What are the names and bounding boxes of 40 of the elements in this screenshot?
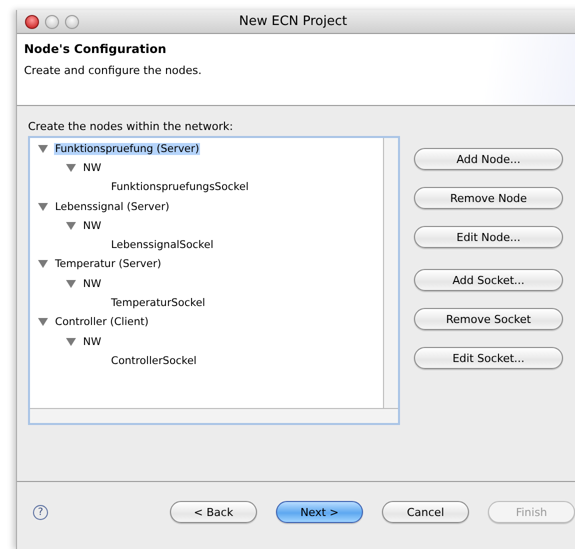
disclosure-triangle-icon[interactable]: [38, 259, 48, 270]
tree-item[interactable]: TemperaturSockel: [110, 297, 206, 310]
page-title: Node's Configuration: [24, 42, 168, 56]
action-button[interactable]: Remove Node: [414, 187, 563, 209]
tree-item[interactable]: Temperatur (Server): [54, 258, 162, 270]
tree-item[interactable]: Lebenssignal (Server): [54, 200, 170, 213]
tree-item[interactable]: FunktionspruefungsSockel: [110, 181, 250, 194]
window-title: New ECN Project: [239, 14, 348, 29]
disclosure-triangle-icon[interactable]: [38, 317, 48, 328]
action-button[interactable]: Add Socket...: [414, 269, 563, 291]
dialog-button[interactable]: Next >: [276, 501, 363, 523]
help-icon[interactable]: ?: [33, 504, 48, 520]
tree-item[interactable]: NW: [82, 278, 102, 290]
tree-label: Create the nodes within the network:: [28, 120, 234, 133]
close-icon[interactable]: [25, 14, 39, 28]
tree-item[interactable]: NW: [82, 220, 102, 232]
tree-item[interactable]: ControllerSockel: [110, 354, 198, 367]
horizontal-scrollbar[interactable]: [30, 408, 398, 423]
page-description: Create and configure the nodes.: [24, 64, 203, 77]
action-button[interactable]: Remove Socket: [414, 308, 563, 330]
tree-item[interactable]: LebenssignalSockel: [110, 239, 214, 252]
disclosure-triangle-icon[interactable]: [66, 162, 76, 173]
tree-item[interactable]: Funktionspruefung (Server): [54, 142, 200, 155]
tree-item[interactable]: NW: [82, 336, 102, 348]
dialog-button[interactable]: < Back: [170, 501, 257, 523]
node-tree[interactable]: Funktionspruefung (Server) NW FunktionspruefungsSockel Lebenssignal (Server) NW LebenssignalSockel Temperatur (Server) NW TemperaturSockel Controller (Client) NW ControllerSockel: [28, 136, 400, 425]
minimize-icon[interactable]: [45, 14, 59, 28]
vertical-scrollbar[interactable]: [383, 138, 398, 408]
disclosure-triangle-icon[interactable]: [66, 336, 76, 347]
action-button[interactable]: Edit Socket...: [414, 347, 563, 369]
disclosure-triangle-icon[interactable]: [38, 144, 48, 154]
action-button[interactable]: Edit Node...: [414, 226, 563, 248]
zoom-icon[interactable]: [65, 14, 79, 28]
dialog-button[interactable]: Cancel: [382, 501, 469, 523]
disclosure-triangle-icon[interactable]: [66, 220, 76, 231]
tree-item[interactable]: Controller (Client): [54, 316, 150, 328]
disclosure-triangle-icon[interactable]: [38, 202, 48, 212]
tree-item[interactable]: NW: [82, 162, 102, 174]
disclosure-triangle-icon[interactable]: [66, 278, 76, 289]
action-button[interactable]: Add Node...: [414, 148, 563, 170]
